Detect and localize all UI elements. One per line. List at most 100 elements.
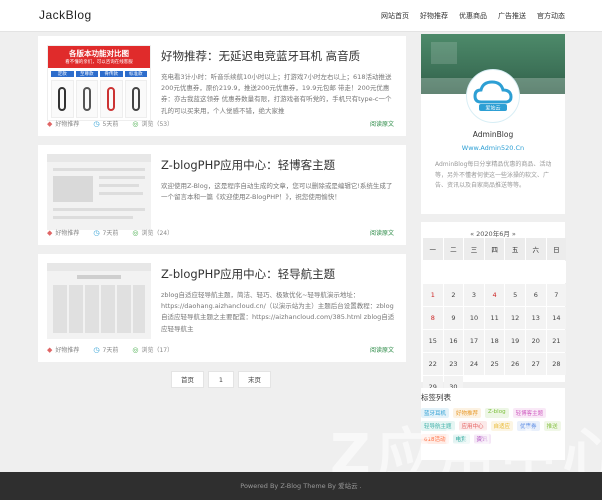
calendar-blank <box>525 261 546 283</box>
post-thumbnail[interactable] <box>47 154 151 230</box>
calendar-weekday: 四 <box>484 238 505 260</box>
read-more-link[interactable]: 阅读原文 <box>370 119 394 128</box>
calendar-widget: « 2020年6月 » 一二三四五六日 1 2 3 4 5 6 7 8 9 10 11 12 13 14 15… <box>421 222 567 398</box>
calendar-blank <box>484 261 505 283</box>
read-more-link[interactable]: 阅读原文 <box>370 228 394 237</box>
calendar-day: 27 <box>525 353 546 375</box>
calendar-day[interactable]: 4 <box>484 284 505 306</box>
tag-item[interactable]: 618活动 <box>421 434 449 444</box>
calendar-day: 20 <box>525 330 546 352</box>
tag-item[interactable]: 好物推荐 <box>453 408 482 418</box>
tags-widget: 标签列表 蓝牙耳机 好物推荐 Z-blog 轻博客主题 轻导航主题 应用中心 自适应 优惠券推… <box>421 388 565 460</box>
thumbnail-banner-title: 各版本功能对比图 <box>69 49 129 58</box>
pager-first[interactable]: 首页 <box>171 371 204 388</box>
banner-window <box>431 42 457 64</box>
calendar-weekday: 三 <box>464 238 484 260</box>
thumbnail-line <box>53 168 145 171</box>
calendar-day[interactable]: 1 <box>423 284 443 306</box>
pager-last[interactable]: 末页 <box>238 371 271 388</box>
calendar-weekday: 六 <box>525 238 546 260</box>
calendar-day: 7 <box>546 284 567 306</box>
site-logo[interactable]: JackBlog <box>39 8 92 22</box>
nav-item-ads[interactable]: 广告推送 <box>498 11 526 21</box>
thumbnail-tab: 至尊款 <box>75 71 98 77</box>
tag-item[interactable]: 应用中心 <box>458 421 487 431</box>
tag-item[interactable]: 推送 <box>543 421 561 431</box>
calendar-blank <box>443 261 464 283</box>
calendar-day: 21 <box>546 330 567 352</box>
calendar-day: 10 <box>464 307 484 329</box>
post-time-label: 5天前 <box>102 121 119 128</box>
tag-item[interactable]: 优惠券 <box>517 421 540 431</box>
post-card: Z-blogPHP应用中心：轻博客主题 欢迎使用Z-Blog，这是程序自动生成的… <box>38 145 406 245</box>
thumbnail-line <box>53 216 133 219</box>
calendar-day: 16 <box>443 330 464 352</box>
tag-icon: ◆ <box>47 120 53 128</box>
calendar-day: 13 <box>525 307 546 329</box>
post-meta: ◆ 好物推荐 ◷ 7天前 ◎ 浏览（17） <box>47 345 173 354</box>
calendar-day: 5 <box>505 284 525 306</box>
site-header: JackBlog 网站首页 好物推荐 优惠商品 广告推送 官方动态 <box>0 0 602 32</box>
profile-name: AdminBlog <box>472 130 514 139</box>
profile-site-link[interactable]: Www.Admin520.Cn <box>421 144 565 152</box>
calendar-day[interactable]: 8 <box>423 307 443 329</box>
calendar-day: 12 <box>505 307 525 329</box>
post-category[interactable]: ◆ 好物推荐 <box>47 228 79 237</box>
thumbnail-header-bar <box>47 263 151 271</box>
calendar-day: 23 <box>443 353 464 375</box>
read-more-link[interactable]: 阅读原文 <box>370 345 394 354</box>
thumbnail-banner-sub: 看不懂的亲们，可以咨询在线客服 <box>65 60 133 65</box>
calendar-header[interactable]: « 2020年6月 » <box>421 228 565 238</box>
tag-item[interactable]: 蓝牙耳机 <box>421 408 450 418</box>
thumbnail-banner: 各版本功能对比图 看不懂的亲们，可以咨询在线客服 <box>48 46 150 68</box>
avatar[interactable]: 爱站云 <box>467 70 519 122</box>
post-title[interactable]: Z-blogPHP应用中心：轻导航主题 <box>161 266 335 282</box>
tag-item[interactable]: 轻导航主题 <box>421 421 455 431</box>
tag-icon: ◆ <box>47 346 53 354</box>
tag-icon: ◆ <box>47 229 53 237</box>
tag-item[interactable]: 电竞 <box>452 434 470 444</box>
product-image <box>51 80 74 118</box>
thumbnail-line <box>99 184 139 187</box>
calendar-day: 24 <box>464 353 484 375</box>
eye-icon: ◎ <box>132 120 139 128</box>
nav-item-home[interactable]: 网站首页 <box>381 11 409 21</box>
clock-icon: ◷ <box>93 120 100 128</box>
eye-icon: ◎ <box>132 229 139 237</box>
tag-item[interactable]: 自适应 <box>490 421 514 431</box>
post-views: ◎ 浏览（24） <box>132 228 173 237</box>
nav-item-news[interactable]: 官方动态 <box>537 11 565 21</box>
thumbnail-block <box>53 176 93 202</box>
thumbnail-tab: 骨传款 <box>100 71 123 77</box>
post-views: ◎ 浏览（17） <box>132 345 173 354</box>
tag-item[interactable]: 资讯 <box>473 434 491 444</box>
post-category-label: 好物推荐 <box>55 347 80 354</box>
calendar-weekday: 日 <box>546 238 567 260</box>
profile-widget: 爱站云 AdminBlog Www.Admin520.Cn AdminBlog每… <box>421 34 565 214</box>
calendar-day: 26 <box>505 353 525 375</box>
post-thumbnail[interactable]: 各版本功能对比图 看不懂的亲们，可以咨询在线客服 定款 至尊款 骨传款 标准款 <box>47 45 151 121</box>
post-category[interactable]: ◆ 好物推荐 <box>47 119 79 128</box>
nav-item-deals[interactable]: 优惠商品 <box>459 11 487 21</box>
tag-item[interactable]: Z-blog <box>485 408 509 418</box>
product-image <box>100 80 123 118</box>
site-footer: Powered By Z-Blog Theme By 爱站云 . <box>0 472 602 500</box>
calendar-day: 14 <box>546 307 567 329</box>
pager-page-1[interactable]: 1 <box>208 371 234 388</box>
post-card: 各版本功能对比图 看不懂的亲们，可以咨询在线客服 定款 至尊款 骨传款 标准款 … <box>38 36 406 136</box>
nav-item-recommend[interactable]: 好物推荐 <box>420 11 448 21</box>
calendar-day: 19 <box>505 330 525 352</box>
post-thumbnail[interactable] <box>47 263 151 339</box>
clock-icon: ◷ <box>93 229 100 237</box>
post-views-label: 浏览（53） <box>141 121 174 128</box>
profile-description: AdminBlog每日分享精品优惠的商品、活动等，另外不懂者何使这一些泳操的软文… <box>435 161 552 189</box>
calendar-day: 18 <box>484 330 505 352</box>
cloud-logo-icon: 爱站云 <box>473 80 513 112</box>
post-category[interactable]: ◆ 好物推荐 <box>47 345 79 354</box>
thumbnail-line <box>53 208 145 211</box>
post-views: ◎ 浏览（53） <box>132 119 173 128</box>
post-title[interactable]: 好物推荐：无延迟电竞蓝牙耳机 高音质 <box>161 48 360 64</box>
tag-item[interactable]: 轻博客主题 <box>512 408 547 418</box>
post-category-label: 好物推荐 <box>55 230 80 237</box>
post-title[interactable]: Z-blogPHP应用中心：轻博客主题 <box>161 157 335 173</box>
